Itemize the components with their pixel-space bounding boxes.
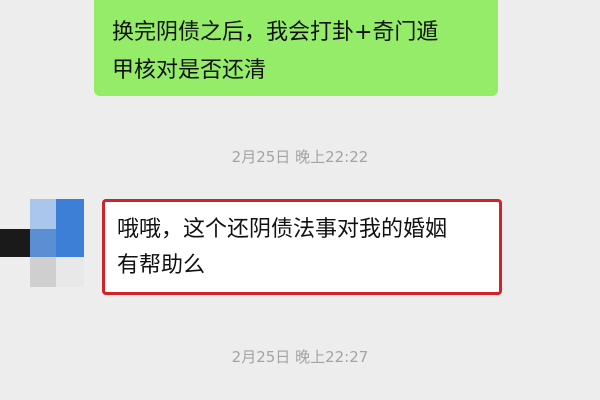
avatar-block-grey <box>30 257 56 287</box>
avatar-block-midblue <box>30 229 56 257</box>
message-timestamp: 2月25日 晚上22:27 <box>231 348 369 366</box>
sender-avatar[interactable] <box>0 199 84 287</box>
received-message-line-2: 有帮助么 <box>117 253 206 278</box>
received-message-bubble[interactable]: 哦哦，这个还阴债法事对我的婚姻 有帮助么 <box>102 199 502 295</box>
sent-message-line-1: 换完阴债之后，我会打卦+奇门遁 <box>112 20 439 45</box>
sent-message-bubble[interactable]: 换完阴债之后，我会打卦+奇门遁 甲核对是否还清 <box>94 0 498 96</box>
avatar-block-light <box>30 199 56 229</box>
avatar-block-dark <box>0 229 30 257</box>
chat-window: 换完阴债之后，我会打卦+奇门遁 甲核对是否还清 2月25日 晚上22:22 哦哦… <box>0 0 600 400</box>
avatar-block-pale <box>56 257 84 287</box>
message-timestamp: 2月25日 晚上22:22 <box>231 148 369 166</box>
sent-message-line-2: 甲核对是否还清 <box>112 58 267 83</box>
received-message-line-1: 哦哦，这个还阴债法事对我的婚姻 <box>117 217 448 242</box>
avatar-block-blue <box>56 199 84 257</box>
